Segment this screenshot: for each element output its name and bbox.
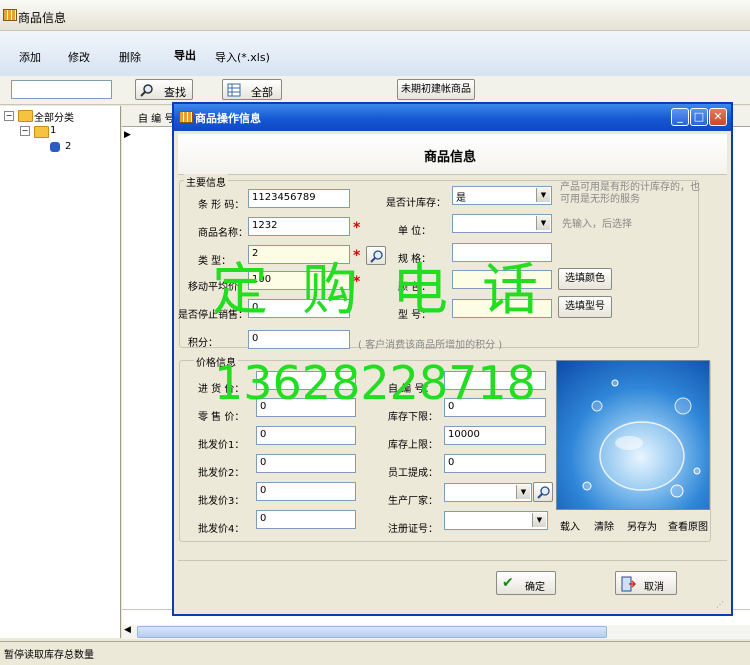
commission-field[interactable]: 0 [444,454,546,473]
stock-max-label: 库存上限： [388,440,438,451]
required-mark: * [353,220,361,236]
view-original-link[interactable]: 查看原图 [668,518,708,533]
dialog-title-bar: 商品操作信息 _ □ ✕ [174,104,731,131]
name-label: 商品名称： [198,228,248,239]
collapse-icon[interactable]: − [20,126,30,136]
search-icon [140,84,153,97]
stock-value: 是 [456,193,466,204]
reg-select[interactable]: ▼ [444,511,548,530]
status-text: 暂停读取库存总数量 [4,650,94,661]
collapse-icon[interactable]: − [4,111,14,121]
toolbar: 添加 修改 删除 导出 导入(*.xls) [0,31,750,77]
minimize-icon[interactable]: _ [671,108,689,126]
opening-goods-button[interactable]: 未期初建帐商品 [397,79,475,100]
search-input[interactable] [11,80,112,99]
status-bar: 暂停读取库存总数量 [0,641,750,665]
points-hint: ( 客户消费该商品所增加的积分 ) [358,340,503,351]
exit-door-icon [621,576,636,592]
separator [178,560,727,561]
barcode-field[interactable]: 1123456789 [248,189,350,208]
chevron-down-icon[interactable]: ▼ [536,188,550,202]
wholesale1-field[interactable]: 0 [256,426,356,445]
wholesale2-label: 批发价2： [198,468,245,479]
wholesale3-field[interactable]: 0 [256,482,356,501]
stock-max-field[interactable]: 10000 [444,426,546,445]
product-image[interactable] [556,360,710,510]
horizontal-scrollbar[interactable]: ◀ [122,625,750,639]
watermark-line2: 13628228718 [214,356,536,410]
export-button[interactable]: 导出 [174,47,196,63]
resize-grip-icon[interactable]: ⋰ [716,600,724,609]
clear-image-link[interactable]: 清除 [594,518,614,533]
ok-button-label: 确定 [525,582,545,593]
barcode-label: 条 形 码： [198,200,245,211]
chevron-down-icon[interactable]: ▼ [532,513,546,527]
maximize-icon[interactable]: □ [690,108,708,126]
unit-select[interactable]: ▼ [452,214,552,233]
table-app-icon [3,9,17,21]
commission-label: 员工提成： [388,468,438,479]
dialog-title: 商品操作信息 [195,112,261,125]
load-image-link[interactable]: 载入 [560,518,580,533]
stock-hint: 产品可用是有形的计库存的，也可用是无形的服务 [560,182,700,205]
import-button[interactable]: 导入(*.xls) [215,49,270,65]
unit-label: 单 位： [398,226,432,237]
scrollbar-thumb[interactable] [137,626,607,638]
delete-button[interactable]: 删除 [119,49,141,65]
bubbles-image [582,379,701,498]
window-title: 商品信息 [18,11,67,25]
save-image-link[interactable]: 另存为 [627,518,657,533]
find-button[interactable]: 查找 [135,79,193,100]
add-button[interactable]: 添加 [19,49,41,65]
wholesale4-field[interactable]: 0 [256,510,356,529]
unit-hint: 先输入，后选择 [562,219,632,230]
main-info-legend: 主要信息 [184,174,228,189]
scroll-left-icon[interactable]: ◀ [124,625,131,635]
all-button[interactable]: 全部 [222,79,282,100]
category-tree[interactable]: − 全部分类 − 1 2 [0,106,121,638]
main-title-bar: 商品信息 [0,0,750,31]
find-button-label: 查找 [164,86,186,99]
chevron-down-icon[interactable]: ▼ [516,485,530,499]
stock-label: 是否计库存： [386,198,446,209]
wholesale4-label: 批发价4： [198,524,245,535]
close-icon[interactable]: ✕ [709,108,727,126]
zoom-icon [537,486,550,499]
folder-icon [34,126,49,138]
maker-lookup-button[interactable] [533,482,553,502]
tree-item-2[interactable]: 2 [65,141,71,152]
tree-item-1[interactable]: 1 [50,125,56,136]
row-pointer-icon: ▶ [124,130,131,140]
stock-min-label: 库存下限： [388,412,438,423]
wholesale1-label: 批发价1： [198,440,245,451]
retail-label: 零 售 价： [198,412,245,423]
tree-item-root[interactable]: 全部分类 [34,109,74,124]
stock-select[interactable]: 是 ▼ [452,186,552,205]
edit-button[interactable]: 修改 [68,49,90,65]
points-field[interactable]: 0 [248,330,350,349]
grid-col-code[interactable]: 自 编 号 [138,110,174,125]
puzzle-icon [50,142,60,152]
cancel-button[interactable]: 取消 [615,571,677,595]
ok-button[interactable]: ✔ 确定 [496,571,556,595]
maker-select[interactable]: ▼ [444,483,532,502]
all-button-label: 全部 [251,86,273,99]
dialog-heading: 商品信息 [424,150,477,165]
wholesale3-label: 批发价3： [198,496,245,507]
maker-label: 生产厂家： [388,496,438,507]
checkmark-icon: ✔ [502,575,514,591]
search-bar: 查找 全部 未期初建帐商品 [0,76,750,105]
table-app-icon [179,111,193,123]
points-label: 积分： [188,338,218,349]
folder-icon [18,110,33,122]
chevron-down-icon[interactable]: ▼ [536,216,550,230]
watermark-line1: 定购电话 [212,258,572,323]
dialog-header: 商品信息 [178,134,727,175]
reg-label: 注册证号： [388,524,438,535]
wholesale2-field[interactable]: 0 [256,454,356,473]
name-field[interactable]: 1232 [248,217,350,236]
grid-icon [227,83,241,97]
cancel-button-label: 取消 [644,582,664,593]
